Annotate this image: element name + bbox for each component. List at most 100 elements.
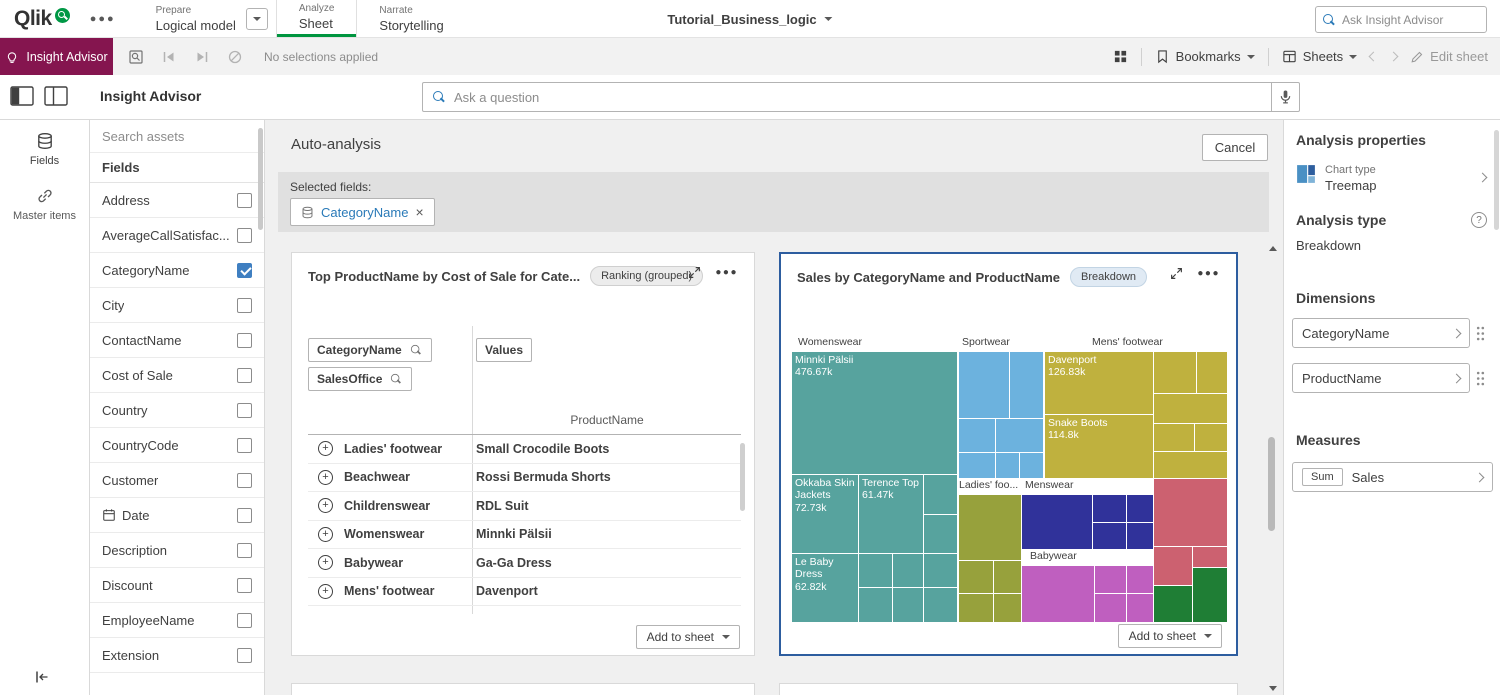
add-icon[interactable]: + — [318, 584, 333, 599]
field-checkbox[interactable] — [237, 543, 252, 558]
drag-handle-icon[interactable] — [1476, 326, 1485, 341]
chevron-right-icon[interactable] — [1478, 173, 1488, 183]
treemap-cell[interactable] — [1127, 594, 1153, 622]
treemap-cell[interactable] — [924, 588, 957, 622]
chart-picker-icon[interactable] — [1113, 49, 1128, 64]
field-row[interactable]: Extension — [90, 638, 264, 673]
scrollbar-thumb[interactable] — [1268, 437, 1275, 531]
nav-narrate[interactable]: Narrate Storytelling — [357, 0, 465, 37]
scroll-up-icon[interactable] — [1269, 246, 1277, 251]
qlik-logo[interactable]: Qlik — [0, 0, 80, 37]
table-row[interactable]: +Mens' footwearDavenport — [308, 578, 741, 607]
add-to-sheet-button[interactable]: Add to sheet — [1118, 624, 1222, 648]
search-assets-box[interactable] — [90, 120, 264, 153]
field-checkbox[interactable] — [237, 403, 252, 418]
field-row[interactable]: CountryCode — [90, 428, 264, 463]
app-title-menu[interactable]: Tutorial_Business_logic — [667, 0, 832, 38]
treemap-cell[interactable] — [893, 554, 923, 587]
treemap-cell[interactable] — [1154, 424, 1194, 451]
table-row[interactable]: +BabywearGa-Ga Dress — [308, 549, 741, 578]
treemap-cell[interactable] — [1195, 424, 1227, 451]
cancel-button[interactable]: Cancel — [1202, 134, 1268, 161]
treemap-cell[interactable] — [959, 561, 993, 593]
dimension-chip-categoryname[interactable]: CategoryName — [308, 338, 432, 362]
ask-insight-advisor-input[interactable] — [1342, 13, 1480, 27]
rail-item-fields[interactable]: Fields — [0, 120, 89, 175]
ask-a-question-search[interactable] — [422, 82, 1300, 112]
treemap-cell[interactable] — [1154, 352, 1196, 393]
field-checkbox[interactable] — [237, 473, 252, 488]
field-checkbox[interactable] — [237, 438, 252, 453]
values-chip[interactable]: Values — [476, 338, 532, 362]
treemap-cell[interactable] — [1127, 495, 1153, 522]
treemap-cell[interactable] — [924, 475, 957, 514]
ask-insight-advisor-search[interactable] — [1315, 6, 1487, 33]
next-sheet-icon[interactable] — [1389, 52, 1399, 62]
add-icon[interactable]: + — [318, 555, 333, 570]
prepare-dropdown-button[interactable] — [246, 8, 268, 30]
next-analysis-card-partial[interactable] — [779, 683, 1238, 695]
more-options-icon[interactable]: ●●● — [715, 267, 738, 278]
clear-selections-icon[interactable] — [227, 49, 243, 65]
treemap-cell[interactable] — [996, 453, 1019, 478]
treemap-cell[interactable] — [924, 515, 957, 553]
field-checkbox[interactable] — [237, 193, 252, 208]
previous-sheet-icon[interactable] — [1369, 52, 1379, 62]
add-to-sheet-button[interactable]: Add to sheet — [636, 625, 740, 649]
field-checkbox[interactable] — [237, 613, 252, 628]
table-row[interactable]: +ChildrenswearRDL Suit — [308, 492, 741, 521]
selections-tool-icon[interactable] — [128, 49, 144, 65]
treemap-cell[interactable] — [859, 554, 892, 587]
treemap-cell[interactable] — [994, 594, 1021, 622]
search-assets-input[interactable] — [102, 129, 252, 144]
treemap-cell[interactable] — [1197, 352, 1227, 393]
sheets-menu[interactable]: Sheets — [1282, 49, 1357, 64]
field-row[interactable]: ContactName — [90, 323, 264, 358]
field-row[interactable]: EmployeeName — [90, 603, 264, 638]
treemap-cell[interactable] — [1010, 352, 1043, 418]
treemap-cell[interactable] — [996, 419, 1043, 452]
treemap-cell[interactable] — [1193, 568, 1227, 622]
treemap-cell[interactable] — [1154, 394, 1227, 423]
chart-type-row[interactable]: Chart type Treemap — [1296, 164, 1377, 193]
toggle-split-view-icon[interactable] — [44, 86, 68, 106]
field-checkbox[interactable] — [237, 368, 252, 383]
field-row[interactable]: Customer — [90, 463, 264, 498]
field-checkbox[interactable] — [237, 263, 252, 278]
treemap-cell[interactable] — [1022, 495, 1092, 549]
treemap-cell[interactable] — [893, 588, 923, 622]
dimension-chip-salesoffice[interactable]: SalesOffice — [308, 367, 412, 391]
scroll-down-icon[interactable] — [1269, 686, 1277, 691]
field-row[interactable]: CategoryName — [90, 253, 264, 288]
step-forward-icon[interactable] — [194, 49, 210, 65]
table-row[interactable]: +BeachwearRossi Bermuda Shorts — [308, 464, 741, 493]
field-row[interactable]: Address — [90, 183, 264, 218]
drag-handle-icon[interactable] — [1476, 371, 1485, 386]
field-checkbox[interactable] — [237, 508, 252, 523]
field-row[interactable]: Cost of Sale — [90, 358, 264, 393]
treemap-chart[interactable]: Minnki Pälsii476.67kOkkaba Skin Jackets7… — [792, 335, 1227, 622]
treemap-cell[interactable] — [1093, 523, 1126, 549]
field-row[interactable]: Discount — [90, 568, 264, 603]
add-icon[interactable]: + — [318, 441, 333, 456]
rail-item-master-items[interactable]: Master items — [0, 175, 89, 230]
treemap-cell[interactable] — [1093, 495, 1126, 522]
treemap-cell[interactable] — [1154, 479, 1227, 546]
treemap-cell[interactable] — [1022, 566, 1094, 622]
treemap-chart-card[interactable]: Sales by CategoryName and ProductName Br… — [779, 252, 1238, 656]
treemap-cell[interactable] — [859, 588, 892, 622]
field-row[interactable]: Country — [90, 393, 264, 428]
treemap-cell[interactable] — [994, 561, 1021, 593]
scrollbar-thumb[interactable] — [740, 443, 745, 511]
treemap-cell[interactable] — [1193, 547, 1227, 567]
treemap-cell[interactable]: Le Baby Dress62.82k — [792, 554, 858, 622]
treemap-cell[interactable] — [1095, 566, 1126, 593]
treemap-cell[interactable]: Terence Top61.47k — [859, 475, 923, 553]
scrollbar-thumb[interactable] — [1494, 130, 1499, 230]
treemap-cell[interactable]: Okkaba Skin Jackets72.73k — [792, 475, 858, 553]
add-icon[interactable]: + — [318, 470, 333, 485]
collapse-panel-icon[interactable] — [34, 669, 50, 685]
toggle-left-panel-icon[interactable] — [10, 86, 34, 106]
table-row[interactable]: +WomenswearMinnki Pälsii — [308, 521, 741, 550]
treemap-cell[interactable] — [1127, 566, 1153, 593]
